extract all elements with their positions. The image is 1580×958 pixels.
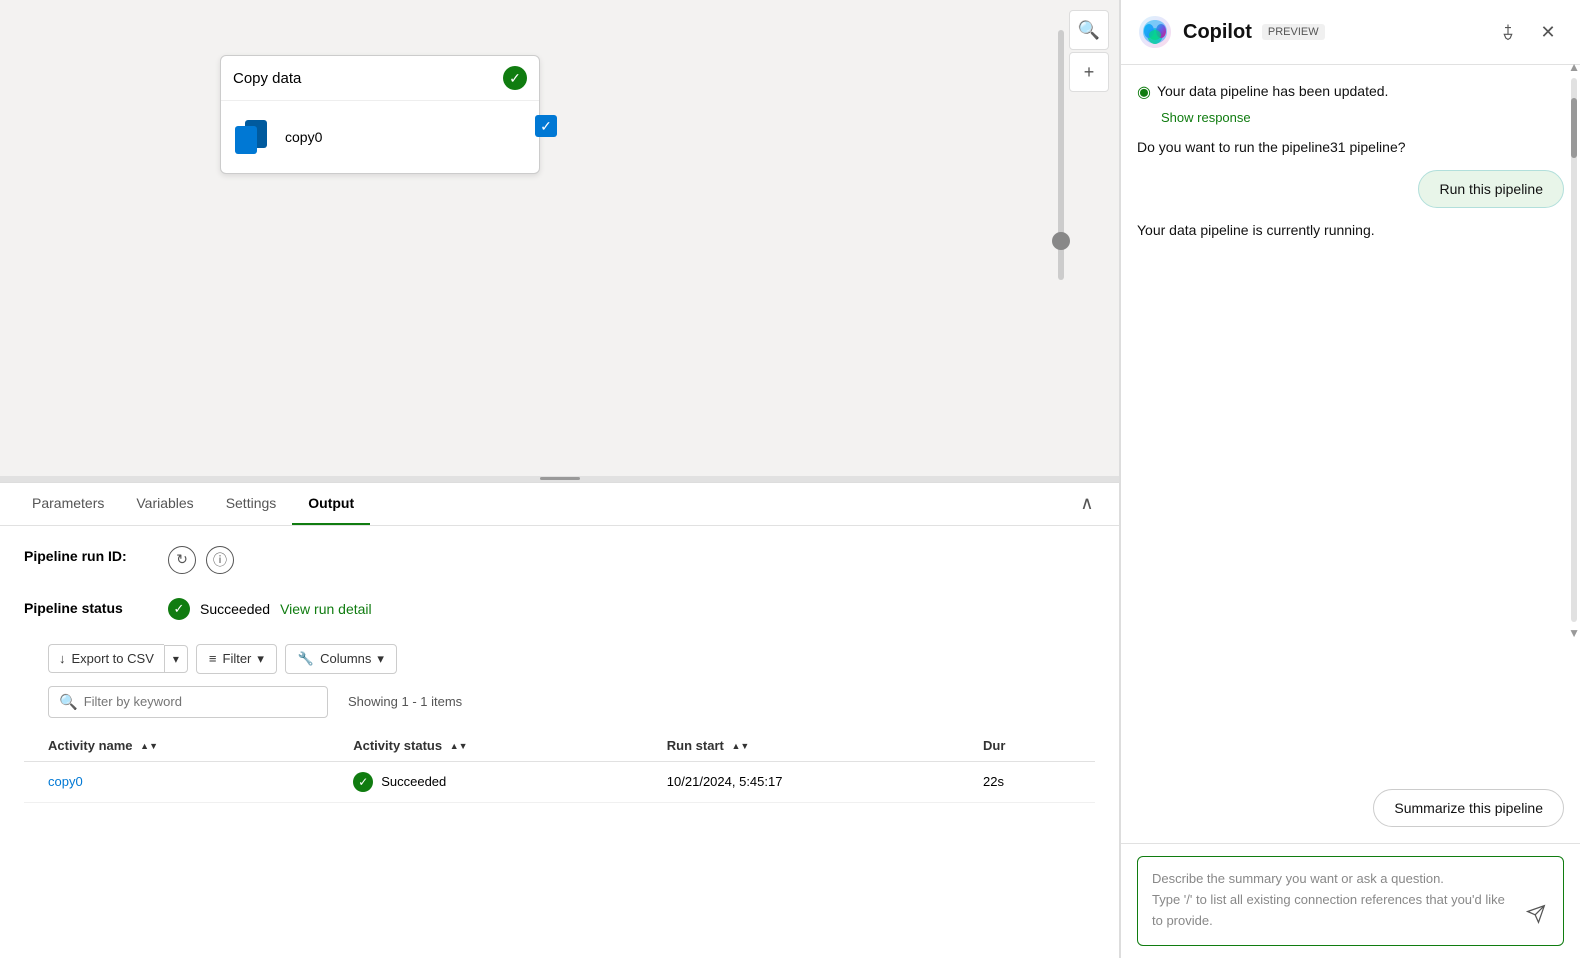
tab-output[interactable]: Output bbox=[292, 483, 370, 525]
activity-name-link[interactable]: copy0 bbox=[48, 774, 83, 789]
col-run-start: Run start ▲▼ bbox=[643, 730, 959, 762]
refresh-button[interactable]: ↻ bbox=[168, 546, 196, 574]
scroll-up-arrow[interactable]: ▲ bbox=[1568, 60, 1580, 74]
table-row: copy0 ✓ Succeeded 10/21/2024, 5:45:1722s bbox=[24, 761, 1095, 802]
search-icon: 🔍 bbox=[59, 693, 78, 711]
filter-row: 🔍 Showing 1 - 1 items bbox=[24, 686, 1095, 730]
panel-divider-handle bbox=[540, 477, 580, 480]
canvas-area: Copy data ✓ copy0 ✓ 🔍 + bbox=[0, 0, 1119, 476]
col-activity-name: Activity name ▲▼ bbox=[24, 730, 329, 762]
pipeline-node-check-icon: ✓ bbox=[503, 66, 527, 90]
search-input-wrap: 🔍 bbox=[48, 686, 328, 718]
node-checkbox-icon: ✓ bbox=[535, 115, 557, 137]
activity-status-text: Succeeded bbox=[381, 774, 446, 789]
activity-table: Activity name ▲▼ Activity status ▲▼ Run … bbox=[24, 730, 1095, 803]
search-input[interactable] bbox=[84, 694, 317, 709]
copilot-logo-icon bbox=[1137, 14, 1173, 50]
pipeline-node[interactable]: Copy data ✓ copy0 bbox=[220, 55, 540, 174]
tab-settings[interactable]: Settings bbox=[210, 483, 293, 525]
message-pipeline-updated: ◉ Your data pipeline has been updated. S… bbox=[1137, 81, 1564, 125]
output-content: Pipeline run ID: ↻ ⓘ Pipeline status ✓ S… bbox=[0, 526, 1119, 958]
table-cell-activity-name: copy0 bbox=[24, 761, 329, 802]
canvas-toolbar: 🔍 + bbox=[1069, 10, 1109, 92]
output-toolbar: ↓ Export to CSV ▾ ≡ Filter ▾ 🔧 Columns ▾ bbox=[24, 644, 1095, 686]
status-text: Succeeded bbox=[200, 601, 270, 617]
tab-parameters[interactable]: Parameters bbox=[16, 483, 120, 525]
export-csv-button-group: ↓ Export to CSV ▾ bbox=[48, 644, 188, 673]
pipeline-status-label: Pipeline status bbox=[24, 598, 144, 619]
sort-icon-activity-status[interactable]: ▲▼ bbox=[450, 742, 468, 751]
pipeline-run-id-row: Pipeline run ID: ↻ ⓘ bbox=[24, 546, 1095, 574]
pipeline-status-value: ✓ Succeeded View run detail bbox=[168, 598, 372, 620]
table-cell-duration: 22s bbox=[959, 761, 1095, 802]
table-cell-run-start: 10/21/2024, 5:45:17 bbox=[643, 761, 959, 802]
copilot-header: Copilot PREVIEW ✕ bbox=[1121, 0, 1580, 65]
columns-icon: 🔧 bbox=[298, 651, 314, 667]
copy-data-icon bbox=[233, 117, 273, 157]
columns-caret-icon: ▾ bbox=[377, 651, 384, 667]
copilot-pin-button[interactable] bbox=[1492, 16, 1524, 48]
tab-variables[interactable]: Variables bbox=[120, 483, 209, 525]
copilot-input-placeholder: Describe the summary you want or ask a q… bbox=[1152, 871, 1505, 928]
show-response-link[interactable]: Show response bbox=[1161, 110, 1251, 125]
send-button[interactable] bbox=[1520, 898, 1552, 930]
columns-label: Columns bbox=[320, 651, 371, 666]
copilot-input-area: Describe the summary you want or ask a q… bbox=[1121, 843, 1580, 958]
tabs-bar: Parameters Variables Settings Output ∧ bbox=[0, 483, 1119, 526]
pipeline-run-id-label: Pipeline run ID: bbox=[24, 546, 144, 567]
collapse-panel-button[interactable]: ∧ bbox=[1071, 488, 1103, 520]
copilot-input-box[interactable]: Describe the summary you want or ask a q… bbox=[1137, 856, 1564, 946]
download-icon: ↓ bbox=[59, 651, 66, 666]
bottom-panel: Parameters Variables Settings Output ∧ P… bbox=[0, 482, 1119, 958]
filter-button[interactable]: ≡ Filter ▾ bbox=[196, 644, 277, 674]
left-panel: Copy data ✓ copy0 ✓ 🔍 + bbox=[0, 0, 1120, 958]
pipeline-node-header: Copy data ✓ bbox=[221, 56, 539, 101]
columns-button[interactable]: 🔧 Columns ▾ bbox=[285, 644, 397, 674]
copilot-title: Copilot bbox=[1183, 21, 1252, 44]
info-button[interactable]: ⓘ bbox=[206, 546, 234, 574]
message-text-updated: Your data pipeline has been updated. bbox=[1157, 81, 1388, 102]
pipeline-node-body: copy0 bbox=[221, 101, 539, 173]
summarize-pipeline-button[interactable]: Summarize this pipeline bbox=[1373, 789, 1564, 827]
export-csv-caret-button[interactable]: ▾ bbox=[164, 645, 188, 673]
pipeline-node-title: Copy data bbox=[233, 70, 301, 87]
status-check-icon: ✓ bbox=[168, 598, 190, 620]
sort-icon-activity-name[interactable]: ▲▼ bbox=[140, 742, 158, 751]
col-activity-status: Activity status ▲▼ bbox=[329, 730, 643, 762]
zoom-slider[interactable] bbox=[1058, 30, 1064, 280]
filter-icon: ≡ bbox=[209, 651, 217, 666]
pipeline-status-row: Pipeline status ✓ Succeeded View run det… bbox=[24, 598, 1095, 620]
scroll-down-arrow[interactable]: ▼ bbox=[1568, 626, 1580, 640]
copilot-chat: ◉ Your data pipeline has been updated. S… bbox=[1121, 65, 1580, 843]
table-cell-activity-status: ✓ Succeeded bbox=[329, 761, 643, 802]
copilot-header-actions: ✕ bbox=[1492, 16, 1564, 48]
pipeline-node-activity-name: copy0 bbox=[285, 129, 322, 145]
copilot-preview-badge: PREVIEW bbox=[1262, 24, 1325, 40]
search-canvas-button[interactable]: 🔍 bbox=[1069, 10, 1109, 50]
message-text-running: Your data pipeline is currently running. bbox=[1137, 222, 1375, 238]
zoom-in-button[interactable]: + bbox=[1069, 52, 1109, 92]
copilot-close-button[interactable]: ✕ bbox=[1532, 16, 1564, 48]
message-text-question: Do you want to run the pipeline31 pipeli… bbox=[1137, 139, 1406, 155]
pipeline-run-id-value: ↻ ⓘ bbox=[168, 546, 234, 574]
zoom-slider-thumb[interactable] bbox=[1052, 232, 1070, 250]
sort-icon-run-start[interactable]: ▲▼ bbox=[731, 742, 749, 751]
export-csv-main-button[interactable]: ↓ Export to CSV bbox=[48, 644, 164, 673]
scroll-thumb[interactable] bbox=[1571, 98, 1577, 158]
col-duration: Dur bbox=[959, 730, 1095, 762]
filter-label: Filter bbox=[223, 651, 252, 666]
copilot-panel: Copilot PREVIEW ✕ ◉ Your data pipeline h… bbox=[1120, 0, 1580, 958]
showing-text: Showing 1 - 1 items bbox=[348, 694, 462, 709]
export-csv-label: Export to CSV bbox=[72, 651, 154, 666]
activity-status-check-icon: ✓ bbox=[353, 772, 373, 792]
scroll-track bbox=[1571, 78, 1577, 622]
view-run-detail-link[interactable]: View run detail bbox=[280, 601, 372, 617]
spinner-icon: ◉ bbox=[1137, 81, 1151, 105]
message-run-question: Do you want to run the pipeline31 pipeli… bbox=[1137, 137, 1521, 158]
message-pipeline-running: Your data pipeline is currently running. bbox=[1137, 220, 1521, 241]
filter-caret-icon: ▾ bbox=[257, 651, 264, 667]
copilot-scrollbar[interactable]: ▲ ▼ bbox=[1570, 60, 1578, 640]
run-pipeline-suggestion-button[interactable]: Run this pipeline bbox=[1418, 170, 1564, 208]
